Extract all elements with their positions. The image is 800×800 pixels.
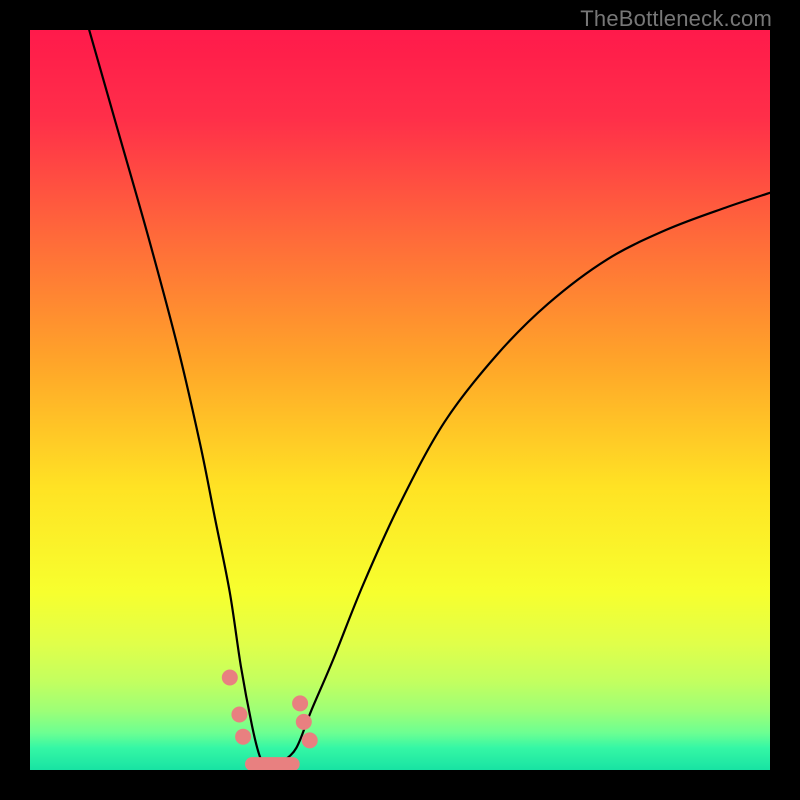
- bottleneck-curve: [89, 30, 770, 770]
- curve-layer: [30, 30, 770, 770]
- data-marker: [302, 732, 318, 748]
- data-marker: [292, 695, 308, 711]
- watermark-text: TheBottleneck.com: [580, 6, 772, 32]
- plot-area: [30, 30, 770, 770]
- data-marker: [231, 707, 247, 723]
- data-marker: [296, 714, 312, 730]
- data-markers: [222, 670, 318, 749]
- data-marker: [235, 729, 251, 745]
- data-marker: [222, 670, 238, 686]
- chart-frame: TheBottleneck.com: [0, 0, 800, 800]
